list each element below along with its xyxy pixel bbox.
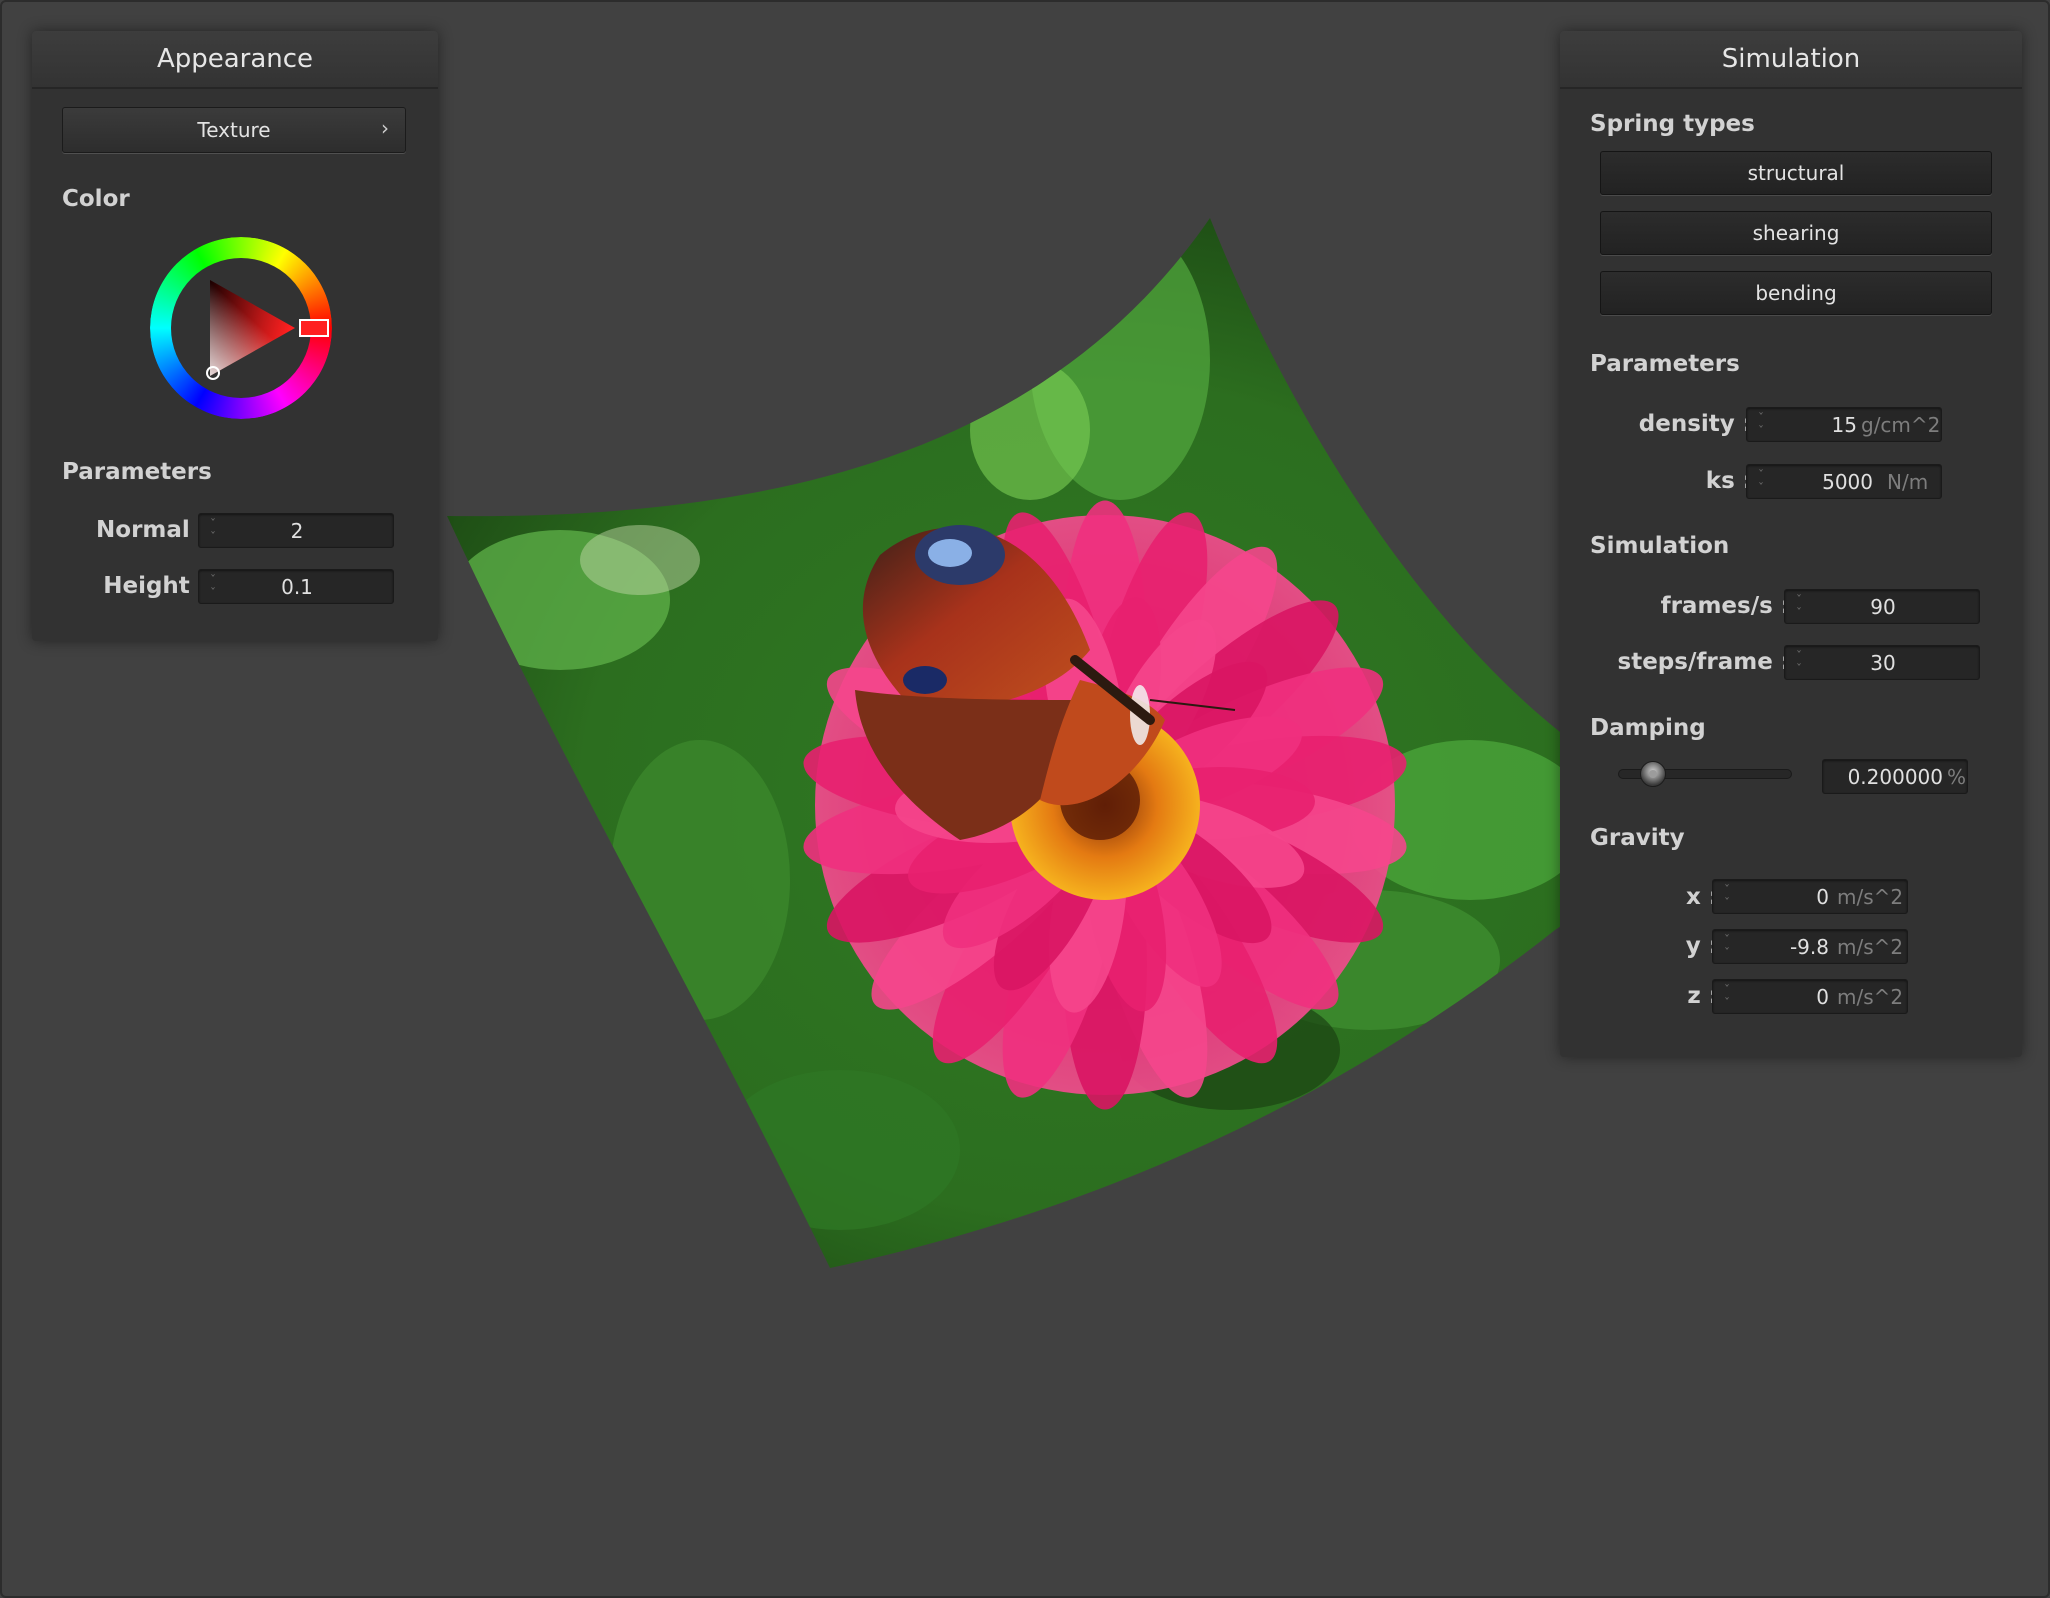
gravity-y-spinbox[interactable]: ˇˇ -9.8 m/s^2 [1712,929,1908,964]
ks-spinbox[interactable]: ˇˇ 5000 N/m [1746,464,1942,499]
damping-unit: % [1947,765,1967,789]
damping-slider-handle[interactable] [1639,761,1666,787]
texture-button-label: Texture [197,118,271,142]
gravity-z-value: 0 [1816,985,1829,1009]
ks-unit: N/m [1887,470,1929,494]
ks-value: 5000 [1822,470,1873,494]
gravity-x-spinbox[interactable]: ˇˇ 0 m/s^2 [1712,879,1908,914]
gravity-z-spinbox[interactable]: ˇˇ 0 m/s^2 [1712,979,1908,1014]
steps-label: steps/frame : [1617,649,1790,675]
shearing-button[interactable]: shearing [1600,211,1992,255]
color-section-title: Color [62,186,130,212]
gravity-y-value: -9.8 [1789,935,1829,959]
ks-label: ks : [1705,468,1752,494]
simulation-panel-title: Simulation [1560,31,2022,89]
normal-label: Normal : [96,517,207,543]
structural-button[interactable]: structural [1600,151,1992,195]
damping-value: 0.200000 [1847,765,1943,789]
hue-selector-handle[interactable] [299,319,329,337]
gravity-z-label: z : [1687,983,1718,1009]
frames-label: frames/s : [1660,593,1790,619]
spin-arrows-icon[interactable]: ˇˇ [1721,884,1733,911]
density-value: 15 [1831,413,1857,437]
spring-types-title: Spring types [1590,111,1755,137]
spin-arrows-icon[interactable]: ˇˇ [1721,934,1733,961]
normal-spinbox[interactable]: ˇˇ 2 [198,513,394,548]
simulation-panel: Simulation Spring types structural shear… [1560,31,2022,1057]
appearance-panel-title: Appearance [32,31,438,89]
spin-arrows-icon[interactable]: ˇˇ [1755,412,1767,439]
bending-button[interactable]: bending [1600,271,1992,315]
gravity-title: Gravity [1590,825,1685,851]
normal-value: 2 [290,519,304,543]
gravity-x-value: 0 [1816,885,1829,909]
gravity-y-unit: m/s^2 [1837,935,1904,959]
damping-value-box[interactable]: 0.200000 % [1822,759,1968,794]
spin-arrows-icon[interactable]: ˇˇ [1755,469,1767,496]
gravity-z-unit: m/s^2 [1837,985,1904,1009]
spin-arrows-icon[interactable]: ˇˇ [1721,984,1733,1011]
steps-spinbox[interactable]: ˇˇ 30 [1784,645,1980,680]
density-spinbox[interactable]: ˇˇ 15 g/cm^2 [1746,407,1942,442]
frames-value: 90 [1870,595,1896,619]
hue-ring[interactable] [150,237,332,419]
gravity-x-label: x : [1685,884,1718,910]
gravity-y-label: y : [1685,933,1718,959]
steps-value: 30 [1870,651,1896,675]
appearance-panel: Appearance Texture › Color Parameters No… [32,31,438,641]
height-spinbox[interactable]: ˇˇ 0.1 [198,569,394,604]
density-unit: g/cm^2 [1861,413,1941,437]
sim-simulation-title: Simulation [1590,533,1730,559]
color-wheel[interactable] [150,237,332,419]
sim-parameters-title: Parameters [1590,351,1740,377]
frames-spinbox[interactable]: ˇˇ 90 [1784,589,1980,624]
gravity-x-unit: m/s^2 [1837,885,1904,909]
texture-button[interactable]: Texture › [62,107,406,153]
height-value: 0.1 [281,575,313,599]
height-label: Height : [103,573,207,599]
appearance-parameters-title: Parameters [62,459,212,485]
density-label: density : [1638,411,1752,437]
damping-title: Damping [1590,715,1706,741]
chevron-right-icon: › [381,116,389,140]
